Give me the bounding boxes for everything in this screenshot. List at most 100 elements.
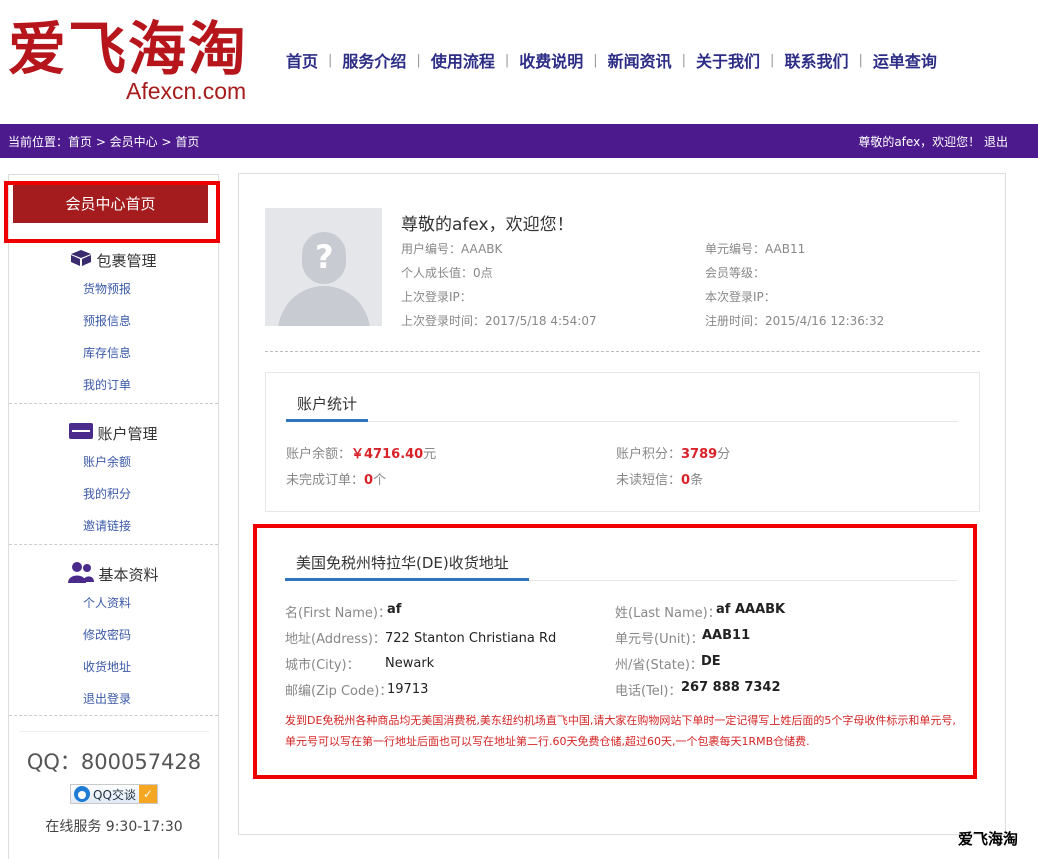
logo-chinese-text: 爱飞海淘 [8, 15, 249, 83]
site-logo[interactable]: 爱飞海淘 Afexcn.com [8, 14, 248, 109]
package-icon [70, 249, 92, 271]
address-notice: 发到DE免税州各种商品均无美国消费税,美东纽约机场直飞中国,请大家在购物网站下单… [285, 714, 956, 748]
last-login-time: 上次登录时间：2017/5/18 4:54:07 [401, 314, 597, 328]
nav-separator: | [858, 52, 863, 68]
nav-pricing[interactable]: 收费说明 [513, 48, 589, 72]
tel-label: 电话(Tel)： [615, 684, 682, 699]
sms-label: 未读短信： [616, 473, 682, 488]
title-accent [286, 419, 368, 422]
divider [9, 715, 218, 716]
points-unit: 分 [717, 447, 731, 462]
sidebar-item-logout[interactable]: 退出登录 [9, 683, 218, 715]
welcome-logout[interactable]: 尊敬的afex，欢迎您！ 退出 [858, 133, 1008, 150]
member-level: 会员等级： [705, 266, 766, 280]
logo-english-text: Afexcn.com [126, 78, 247, 104]
group-label: 包裹管理 [96, 251, 157, 270]
nav-separator: | [593, 52, 598, 68]
sms-stat: 未读短信：0条 [616, 469, 703, 488]
qq-penguin-icon [74, 786, 91, 802]
zip-value: 19713 [387, 682, 429, 697]
nav-separator: | [416, 52, 421, 68]
nav-separator: | [770, 52, 775, 68]
users-icon [68, 561, 95, 587]
nav-separator: | [328, 52, 333, 68]
balance-unit: 元 [423, 447, 437, 462]
title-underline [286, 421, 958, 422]
check-icon: ✓ [138, 785, 157, 803]
city-label: 城市(City)： [285, 658, 360, 673]
register-time: 注册时间：2015/4/16 12:36:32 [705, 314, 885, 328]
member-home-button[interactable]: 会员中心首页 [13, 185, 208, 223]
nav-separator: | [681, 52, 687, 68]
current-login-ip: 本次登录IP： [705, 290, 776, 304]
nav-process[interactable]: 使用流程 [425, 48, 501, 72]
group-package: 包裹管理 货物预报 预报信息 库存信息 我的订单 [9, 249, 218, 401]
sidebar-item-forecast[interactable]: 货物预报 [9, 273, 218, 305]
group-title-account: 账户管理 [9, 422, 218, 444]
nav-home[interactable]: 首页 [280, 48, 324, 72]
unit-label: 单元号(Unit)： [615, 632, 704, 647]
balance-label: 账户余额： [286, 447, 352, 462]
first-name-value: af [387, 602, 402, 617]
city-value: Newark [385, 656, 435, 671]
divider [9, 544, 218, 545]
last-login-ip: 上次登录IP： [401, 290, 472, 304]
address-label: 地址(Address)： [285, 632, 386, 647]
sidebar: 会员中心首页 包裹管理 货物预报 预报信息 库存信息 我的订单 账户管理 账户余… [4, 174, 220, 859]
last-name-label: 姓(Last Name)： [615, 606, 721, 621]
qq-chat-button[interactable]: QQ交谈 ✓ [70, 784, 158, 804]
account-stats-box: 账户统计 账户余额：￥4716.40元 账户积分：3789分 未完成订单：0个 … [265, 372, 980, 512]
group-label: 基本资料 [98, 565, 159, 584]
divider [9, 403, 218, 404]
points-stat: 账户积分：3789分 [616, 443, 730, 462]
orders-label: 未完成订单： [286, 473, 365, 488]
nav-contact[interactable]: 联系我们 [778, 48, 854, 72]
sidebar-item-invite[interactable]: 邀请链接 [9, 510, 218, 542]
nav-about[interactable]: 关于我们 [690, 48, 766, 72]
points-label: 账户积分： [616, 447, 682, 462]
sidebar-item-balance[interactable]: 账户余额 [9, 446, 218, 478]
breadcrumb-bar: 当前位置：首页 > 会员中心 > 首页 尊敬的afex，欢迎您！ 退出 [0, 124, 1038, 158]
nav-news[interactable]: 新闻资讯 [602, 48, 678, 72]
breadcrumb[interactable]: 当前位置：首页 > 会员中心 > 首页 [8, 133, 199, 150]
user-id: 用户编号：AAABK [401, 242, 503, 256]
address-title: 美国免税州特拉华(DE)收货地址 [296, 554, 509, 572]
unit-value: AAB11 [702, 628, 751, 643]
zip-label: 邮编(Zip Code)： [285, 684, 393, 699]
group-label: 账户管理 [97, 424, 158, 443]
balance-stat: 账户余额：￥4716.40元 [286, 443, 436, 462]
tel-value: 267 888 7342 [681, 680, 781, 695]
nav-services[interactable]: 服务介绍 [336, 48, 412, 72]
growth-value: 个人成长值：0点 [401, 266, 493, 280]
sidebar-item-inventory[interactable]: 库存信息 [9, 337, 218, 369]
orders-value: 0 [364, 473, 374, 488]
title-accent [285, 578, 529, 581]
card-icon [69, 423, 94, 443]
group-profile: 基本资料 个人资料 修改密码 收货地址 退出登录 [9, 561, 218, 715]
orders-stat: 未完成订单：0个 [286, 469, 386, 488]
first-name-label: 名(First Name)： [285, 606, 391, 621]
group-account: 账户管理 账户余额 我的积分 邀请链接 [9, 422, 218, 542]
qq-chat-label: QQ交谈 [93, 787, 136, 802]
account-stats-title: 账户统计 [297, 395, 358, 413]
service-hours: 在线服务 9:30-17:30 [45, 819, 183, 835]
qq-number: QQ：800057428 [26, 750, 202, 774]
address-value: 722 Stanton Christiana Rd [385, 631, 557, 646]
question-mark-icon: ? [315, 238, 334, 276]
sidebar-item-address[interactable]: 收货地址 [9, 651, 218, 683]
sidebar-item-orders[interactable]: 我的订单 [9, 369, 218, 401]
nav-separator: | [504, 52, 510, 68]
sidebar-item-personal[interactable]: 个人资料 [9, 587, 218, 619]
sms-value: 0 [681, 473, 691, 488]
sidebar-item-points[interactable]: 我的积分 [9, 478, 218, 510]
state-value: DE [701, 654, 721, 669]
last-name-value: af AAABK [716, 602, 786, 617]
orders-unit: 个 [373, 473, 387, 488]
state-label: 州/省(State)： [615, 658, 703, 673]
sidebar-item-forecast-info[interactable]: 预报信息 [9, 305, 218, 337]
nav-tracking[interactable]: 运单查询 [867, 48, 943, 72]
sidebar-item-password[interactable]: 修改密码 [9, 619, 218, 651]
group-title-package: 包裹管理 [9, 249, 218, 271]
main-panel: ? 尊敬的afex，欢迎您！ 用户编号：AAABK 个人成长值：0点 上次登录I… [238, 173, 1006, 835]
avatar[interactable]: ? [265, 208, 382, 326]
